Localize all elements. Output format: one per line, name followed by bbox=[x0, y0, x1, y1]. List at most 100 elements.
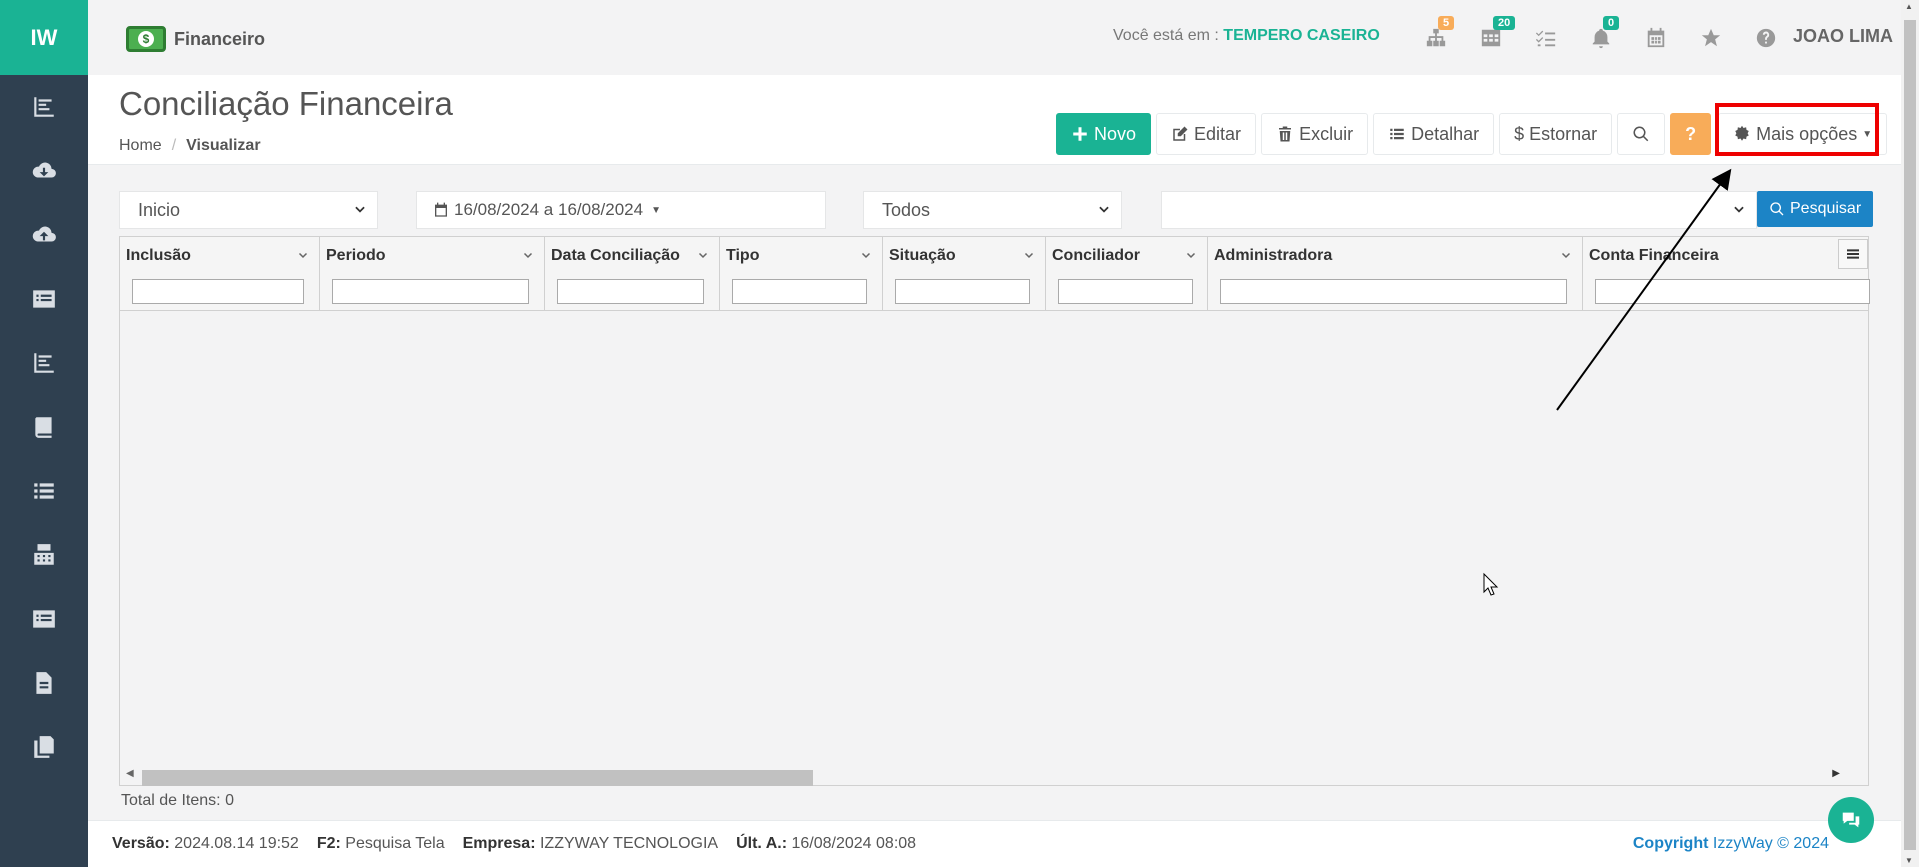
sitemap-button[interactable]: 5 bbox=[1408, 16, 1463, 54]
column-filter-input[interactable] bbox=[1058, 279, 1193, 304]
scrollbar-thumb[interactable] bbox=[142, 770, 813, 786]
copyright-value[interactable]: IzzyWay © 2024 bbox=[1713, 835, 1829, 852]
reverse-button[interactable]: $ Estornar bbox=[1499, 113, 1613, 155]
detail-button[interactable]: Detalhar bbox=[1373, 113, 1495, 155]
grid-menu-button[interactable] bbox=[1838, 239, 1868, 269]
file-text-icon bbox=[36, 672, 52, 694]
sidebar-item-file[interactable] bbox=[0, 651, 88, 715]
sidebar-item-upload[interactable] bbox=[0, 203, 88, 267]
chart-bar-icon bbox=[34, 97, 54, 117]
sidebar-item-reports[interactable] bbox=[0, 331, 88, 395]
column-conta-financeira[interactable]: Conta Financeira bbox=[1583, 237, 1870, 311]
chevron-down-icon bbox=[1734, 206, 1744, 213]
sidebar-item-copy[interactable] bbox=[0, 715, 88, 779]
chevron-down-icon[interactable] bbox=[1023, 249, 1035, 261]
user-menu[interactable]: JOAO LIMA bbox=[1793, 26, 1893, 47]
column-inclusao[interactable]: Inclusão bbox=[120, 237, 320, 311]
status-select[interactable]: Todos bbox=[863, 191, 1122, 229]
top-navbar: $ Financeiro Você está em : TEMPERO CASE… bbox=[88, 0, 1901, 75]
help-button[interactable] bbox=[1738, 22, 1793, 54]
data-grid: Inclusão Periodo Data Conciliação Tipo S… bbox=[119, 236, 1870, 786]
favorites-button[interactable] bbox=[1683, 22, 1738, 54]
column-filter-input[interactable] bbox=[557, 279, 704, 304]
list-icon bbox=[1390, 128, 1404, 140]
column-filter-input[interactable] bbox=[132, 279, 304, 304]
chevron-down-icon[interactable] bbox=[1560, 249, 1572, 261]
sidebar-item-book[interactable] bbox=[0, 395, 88, 459]
chevron-down-icon[interactable] bbox=[297, 249, 309, 261]
chevron-down-icon[interactable] bbox=[697, 249, 709, 261]
sidebar-item-list[interactable] bbox=[0, 459, 88, 523]
column-tipo[interactable]: Tipo bbox=[720, 237, 883, 311]
column-situacao[interactable]: Situação bbox=[883, 237, 1046, 311]
column-filter-input[interactable] bbox=[1220, 279, 1567, 304]
company-context[interactable]: Você está em : TEMPERO CASEIRO bbox=[1113, 27, 1380, 45]
new-button[interactable]: Novo bbox=[1056, 113, 1152, 155]
sidebar-item-dashboard[interactable] bbox=[0, 75, 88, 139]
list-alt-icon bbox=[33, 610, 55, 628]
chevron-down-icon[interactable] bbox=[860, 249, 872, 261]
sidebar-item-calculator[interactable] bbox=[0, 523, 88, 587]
search-button[interactable]: Pesquisar bbox=[1757, 191, 1874, 227]
tasks-button[interactable] bbox=[1518, 22, 1573, 54]
scroll-up-arrow[interactable]: ▲ bbox=[1905, 2, 1913, 11]
calendar-icon bbox=[1647, 27, 1664, 48]
page-title: Conciliação Financeira bbox=[119, 85, 453, 122]
column-periodo[interactable]: Periodo bbox=[320, 237, 545, 311]
scroll-down-arrow[interactable]: ▼ bbox=[1905, 856, 1913, 865]
sidebar-item-download[interactable] bbox=[0, 139, 88, 203]
column-label: Inclusão bbox=[126, 247, 191, 264]
copyright-label: Copyright bbox=[1632, 835, 1709, 852]
field-select-value: Inicio bbox=[138, 199, 181, 220]
page-scrollbar[interactable]: ▲ ▼ bbox=[1901, 0, 1919, 867]
breadcrumb-home[interactable]: Home bbox=[119, 137, 162, 155]
sidebar-item-list-alt[interactable] bbox=[0, 267, 88, 331]
company-label: Empresa: bbox=[462, 835, 536, 852]
edit-icon bbox=[1173, 126, 1188, 141]
grid-horizontal-scrollbar[interactable]: ◀ ▶ bbox=[120, 767, 1870, 786]
column-filter-input[interactable] bbox=[895, 279, 1030, 304]
company-value: IZZYWAY TECNOLOGIA bbox=[539, 835, 719, 852]
field-select[interactable]: Inicio bbox=[119, 191, 378, 229]
column-label: Conta Financeira bbox=[1589, 247, 1719, 264]
column-filter-input[interactable] bbox=[332, 279, 529, 304]
chevron-down-icon bbox=[355, 206, 365, 213]
bell-icon bbox=[1592, 28, 1609, 49]
scroll-right-arrow[interactable]: ▶ bbox=[1832, 768, 1840, 779]
column-conciliador[interactable]: Conciliador bbox=[1046, 237, 1208, 311]
notifications-button[interactable]: 0 bbox=[1573, 16, 1628, 54]
column-filter-input[interactable] bbox=[1595, 279, 1870, 304]
delete-button[interactable]: Excluir bbox=[1261, 113, 1369, 155]
hamburger-icon bbox=[1847, 249, 1859, 259]
version-value: 2024.08.14 19:52 bbox=[174, 835, 299, 852]
column-label: Tipo bbox=[726, 247, 760, 264]
search-toggle-button[interactable] bbox=[1617, 113, 1666, 155]
brand-logo[interactable]: IW bbox=[0, 0, 88, 75]
chart-bar-icon bbox=[34, 353, 54, 373]
page-scrollbar-thumb[interactable] bbox=[1904, 20, 1916, 850]
column-label: Administradora bbox=[1214, 247, 1333, 264]
total-items: Total de Itens: 0 bbox=[121, 792, 234, 809]
plus-icon bbox=[1073, 127, 1087, 141]
chat-button[interactable] bbox=[1828, 797, 1874, 843]
scroll-left-arrow[interactable]: ◀ bbox=[126, 768, 134, 779]
column-filter-input[interactable] bbox=[732, 279, 867, 304]
table-icon bbox=[1481, 29, 1500, 47]
column-data-conciliacao[interactable]: Data Conciliação bbox=[545, 237, 720, 311]
extra-filter-select[interactable] bbox=[1161, 191, 1757, 229]
help-page-button[interactable]: ? bbox=[1670, 113, 1712, 155]
new-button-label: Novo bbox=[1094, 123, 1137, 144]
chevron-down-icon[interactable] bbox=[522, 249, 534, 261]
calendar-button[interactable] bbox=[1628, 22, 1683, 54]
delete-button-label: Excluir bbox=[1299, 123, 1354, 144]
sidebar-item-list-alt-2[interactable] bbox=[0, 587, 88, 651]
module-indicator[interactable]: $ Financeiro bbox=[126, 26, 265, 52]
copy-icon bbox=[34, 736, 54, 758]
chevron-down-icon[interactable] bbox=[1185, 249, 1197, 261]
column-administradora[interactable]: Administradora bbox=[1208, 237, 1583, 311]
table-button[interactable]: 20 bbox=[1463, 16, 1518, 54]
copyright: Copyright IzzyWay © 2024 bbox=[1633, 835, 1829, 853]
footer-info: Versão: 2024.08.14 19:52 F2: Pesquisa Te… bbox=[112, 835, 916, 853]
edit-button[interactable]: Editar bbox=[1156, 113, 1257, 155]
date-range-picker[interactable]: 16/08/2024 a 16/08/2024 ▼ bbox=[416, 191, 826, 229]
